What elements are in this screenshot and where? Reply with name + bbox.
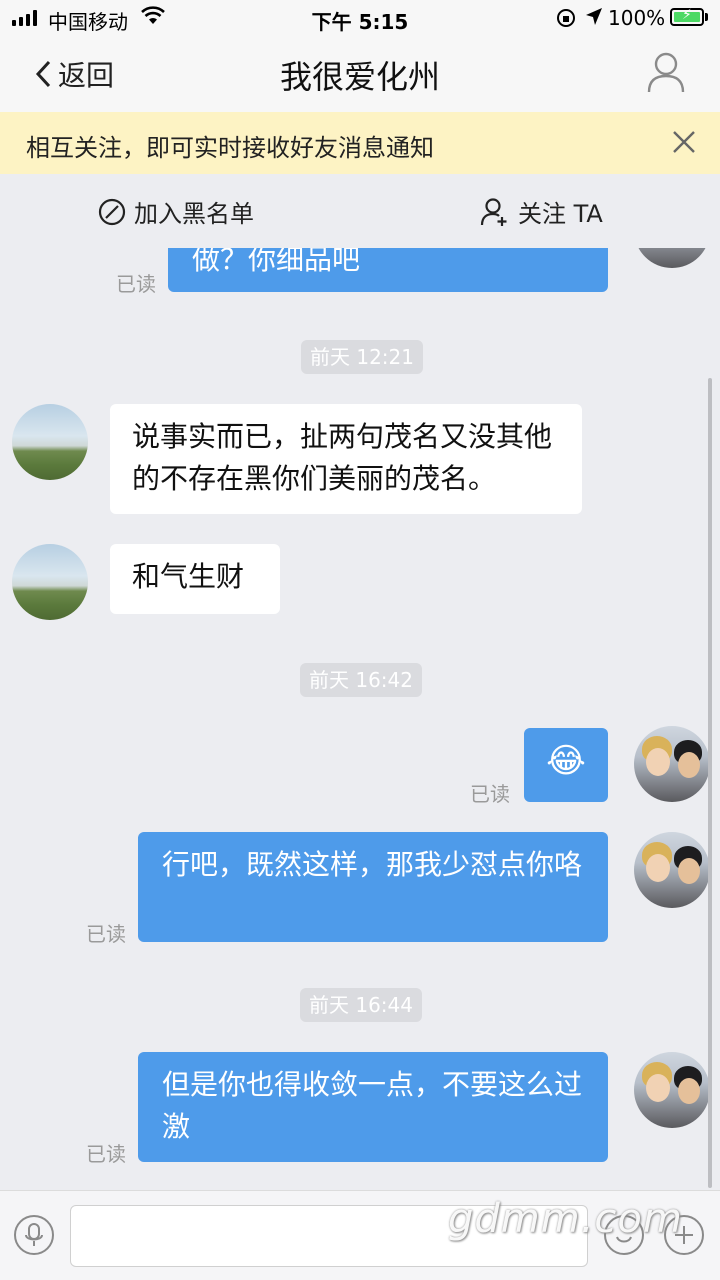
more-button[interactable]: [664, 1215, 704, 1255]
contact-avatar[interactable]: [12, 544, 88, 620]
back-label: 返回: [58, 59, 115, 92]
message-bubble-outgoing[interactable]: 行吧，既然这样，那我少怼点你咯: [138, 832, 608, 942]
plus-icon: [675, 1226, 693, 1244]
my-avatar[interactable]: [634, 726, 710, 802]
message-text: 但是你也得收敛一点，不要这么过激: [162, 1068, 583, 1143]
voice-button[interactable]: [14, 1215, 54, 1255]
message-bubble-incoming[interactable]: 说事实而已，扯两句茂名又没其他的不存在黑你们美丽的茂名。: [110, 404, 582, 514]
message-bubble-outgoing[interactable]: 但是你也得收敛一点，不要这么过激: [138, 1052, 608, 1162]
timestamp: 前天 12:21: [301, 340, 423, 374]
banner-text: 相互关注，即可实时接收好友消息通知: [26, 134, 434, 162]
orientation-lock-icon: [556, 8, 576, 33]
follow-button[interactable]: 关注 TA: [480, 194, 603, 229]
person-icon: [647, 52, 685, 93]
timestamp: 前天 16:44: [300, 988, 422, 1022]
read-status: 已读: [86, 1142, 126, 1166]
block-label: 加入黑名单: [134, 200, 254, 228]
scrollbar[interactable]: [708, 378, 712, 1188]
contact-avatar[interactable]: [12, 404, 88, 480]
emoji-tears-of-joy: 😂: [546, 741, 586, 781]
message-text: 行吧，既然这样，那我少怼点你咯: [162, 848, 583, 881]
close-icon[interactable]: [670, 128, 698, 156]
follow-label: 关注 TA: [518, 200, 603, 228]
message-text: 做？你细品吧: [192, 248, 361, 276]
my-avatar[interactable]: [634, 1052, 710, 1128]
smiley-icon: [616, 1236, 632, 1243]
message-bubble-outgoing[interactable]: 😂: [524, 728, 608, 802]
chevron-left-icon: [35, 60, 51, 88]
my-avatar[interactable]: [634, 248, 710, 268]
chat-area[interactable]: 做？你细品吧 已读 前天 12:21 说事实而已，扯两句茂名又没其他的不存在黑你…: [0, 248, 720, 1190]
input-bar: [0, 1190, 720, 1280]
message-text: 说事实而已，扯两句茂名又没其他的不存在黑你们美丽的茂名。: [132, 420, 553, 495]
block-icon: [98, 198, 126, 225]
battery-tip: [705, 13, 708, 21]
follow-notice-banner: 相互关注，即可实时接收好友消息通知: [0, 112, 720, 174]
back-button[interactable]: 返回: [34, 54, 114, 94]
timestamp: 前天 16:42: [300, 663, 422, 697]
message-text: 和气生财: [132, 560, 245, 593]
profile-button[interactable]: [646, 50, 686, 94]
block-button[interactable]: 加入黑名单: [98, 194, 254, 229]
message-bubble-outgoing[interactable]: 做？你细品吧: [168, 248, 608, 292]
emoji-button[interactable]: [604, 1215, 644, 1255]
read-status: 已读: [470, 782, 510, 806]
microphone-icon: [25, 1223, 43, 1246]
location-icon: [584, 6, 604, 33]
nav-bar: 返回 我很爱化州: [0, 36, 720, 112]
read-status: 已读: [116, 272, 156, 296]
my-avatar[interactable]: [634, 832, 710, 908]
message-bubble-incoming[interactable]: 和气生财: [110, 544, 280, 614]
add-person-icon: [480, 197, 507, 226]
read-status: 已读: [86, 922, 126, 946]
battery-icon: ⚡: [670, 7, 704, 26]
message-input[interactable]: [70, 1205, 588, 1267]
battery-percent: 100%: [608, 6, 666, 30]
status-bar: 中国移动 下午 5:15 100% ⚡: [0, 0, 720, 36]
action-bar: 加入黑名单 关注 TA: [0, 174, 720, 248]
